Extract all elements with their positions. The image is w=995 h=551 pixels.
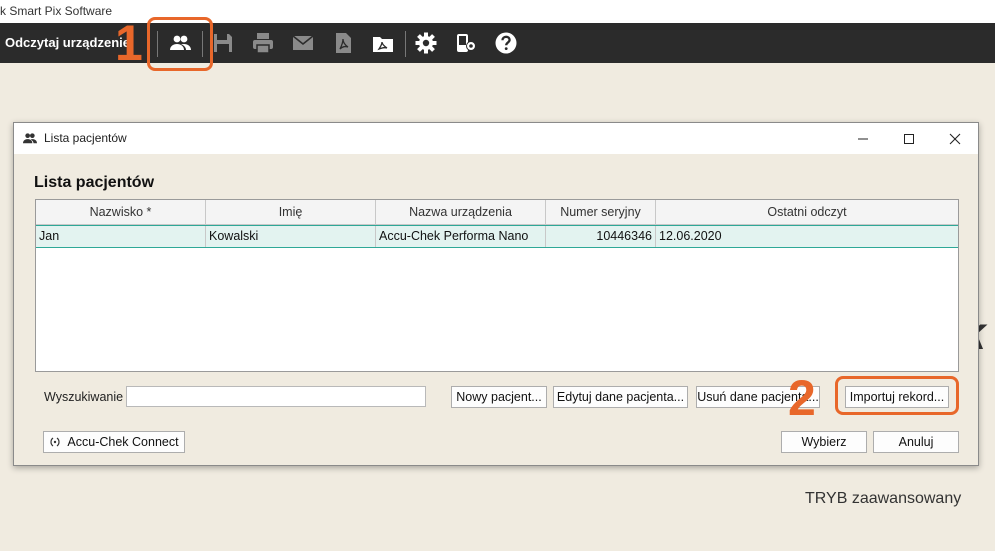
email-icon[interactable] bbox=[290, 31, 316, 55]
close-icon bbox=[949, 133, 961, 144]
cell-first-name: Kowalski bbox=[206, 226, 376, 247]
wireless-icon bbox=[50, 437, 60, 447]
dialog-title-bar: Lista pacjentów bbox=[14, 123, 978, 154]
save-icon[interactable] bbox=[210, 31, 236, 55]
callout-number-1: 1 bbox=[115, 15, 143, 71]
table-header: Nazwisko * Imię Nazwa urządzenia Numer s… bbox=[36, 200, 958, 225]
cell-last-name: Jan bbox=[36, 226, 206, 247]
cell-last-read: 12.06.2020 bbox=[659, 229, 722, 243]
pdf-icon[interactable] bbox=[330, 31, 356, 55]
close-button[interactable] bbox=[932, 123, 978, 154]
search-label: Wyszukiwanie bbox=[44, 390, 124, 404]
patient-table: Nazwisko * Imię Nazwa urządzenia Numer s… bbox=[35, 199, 959, 372]
read-device-button[interactable]: Odczytaj urządzenie bbox=[5, 23, 130, 63]
column-header-last-name[interactable]: Nazwisko * bbox=[36, 200, 206, 224]
column-header-serial-number[interactable]: Numer seryjny bbox=[546, 200, 656, 224]
cancel-button[interactable]: Anuluj bbox=[873, 431, 959, 453]
new-patient-button[interactable]: Nowy pacjent... bbox=[451, 386, 547, 408]
patients-icon bbox=[23, 133, 37, 144]
maximize-icon bbox=[904, 133, 914, 144]
maximize-button[interactable] bbox=[886, 123, 932, 154]
minimize-icon bbox=[858, 138, 868, 139]
table-row[interactable]: Jan Kowalski Accu-Chek Performa Nano 104… bbox=[36, 225, 958, 248]
edit-patient-button[interactable]: Edytuj dane pacjenta... bbox=[553, 386, 688, 408]
help-icon[interactable] bbox=[493, 31, 519, 55]
mode-label: TRYB zaawansowany bbox=[805, 490, 962, 507]
pdf-export-icon[interactable] bbox=[370, 31, 396, 55]
accu-chek-connect-button[interactable]: Accu-Chek Connect bbox=[43, 431, 185, 453]
device-settings-icon[interactable] bbox=[453, 31, 479, 55]
dialog-title: Lista pacjentów bbox=[44, 131, 127, 145]
select-button[interactable]: Wybierz bbox=[781, 431, 867, 453]
search-input[interactable] bbox=[126, 386, 426, 407]
callout-number-2: 2 bbox=[788, 370, 816, 426]
callout-highlight-1 bbox=[147, 17, 213, 71]
column-header-device-name[interactable]: Nazwa urządzenia bbox=[376, 200, 546, 224]
dialog-heading: Lista pacjentów bbox=[34, 174, 155, 191]
accu-chek-connect-label: Accu-Chek Connect bbox=[67, 435, 179, 449]
toolbar-separator bbox=[405, 31, 406, 57]
cell-serial-number: 10446346 bbox=[546, 226, 656, 247]
callout-highlight-2 bbox=[835, 376, 959, 415]
column-header-first-name[interactable]: Imię bbox=[206, 200, 376, 224]
patient-list-dialog: Lista pacjentów Lista pacjentów Nazwisko… bbox=[13, 122, 979, 466]
minimize-button[interactable] bbox=[840, 123, 886, 154]
settings-icon[interactable] bbox=[413, 31, 439, 55]
app-title: k Smart Pix Software bbox=[0, 4, 113, 18]
column-header-last-read[interactable]: Ostatni odczyt bbox=[656, 200, 958, 224]
print-icon[interactable] bbox=[250, 31, 276, 55]
cell-device-name: Accu-Chek Performa Nano bbox=[376, 226, 546, 247]
